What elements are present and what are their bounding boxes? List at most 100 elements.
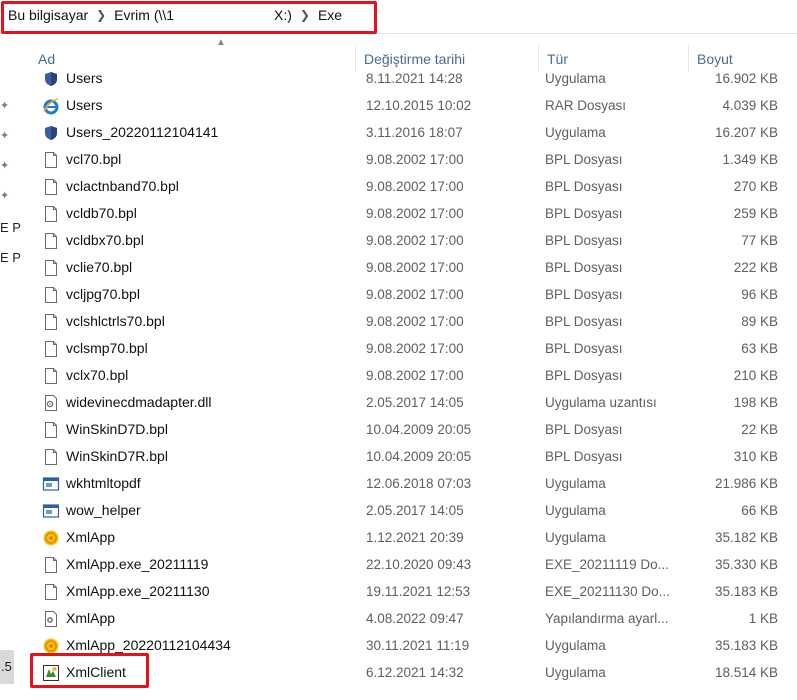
file-type: Yapılandırma ayarl... [545, 611, 669, 626]
file-type: Uygulama [545, 125, 606, 140]
file-row[interactable]: XmlApp.exe_20211119 22.10.2020 09:43 EXE_2… [30, 551, 797, 578]
file-size: 35.183 KB [714, 584, 778, 599]
file-row[interactable]: Users_20220112104141 3.11.2016 18:07 Uygul… [30, 119, 797, 146]
file-icon [42, 421, 60, 439]
file-icon [42, 151, 60, 169]
pin-icon[interactable]: ✦ [0, 130, 12, 142]
file-name: WinSkinD7R.bpl [66, 448, 168, 464]
file-row[interactable]: vcldbx70.bpl 9.08.2002 17:00 BPL Dosyası 77… [30, 227, 797, 254]
file-type: Uygulama uzantısı [545, 395, 657, 410]
file-type: BPL Dosyası [545, 341, 623, 356]
file-row[interactable]: widevinecdmadapter.dll 2.05.2017 14:05 Uyg… [30, 389, 797, 416]
pin-icon[interactable]: ✦ [0, 100, 12, 112]
file-row[interactable]: vclx70.bpl 9.08.2002 17:00 BPL Dosyası 210 … [30, 362, 797, 389]
file-size: 210 KB [733, 368, 778, 383]
file-modified-date: 9.08.2002 17:00 [366, 152, 464, 167]
window-app-icon [42, 475, 60, 493]
file-row[interactable]: WinSkinD7R.bpl 10.04.2009 20:05 BPL Dosyas… [30, 443, 797, 470]
file-icon [42, 232, 60, 250]
file-type: BPL Dosyası [545, 233, 623, 248]
file-row[interactable]: vcl70.bpl 9.08.2002 17:00 BPL Dosyası 1.349… [30, 146, 797, 173]
file-name: vclshlctrls70.bpl [66, 313, 165, 329]
file-type: Uygulama [545, 530, 606, 545]
file-name: XmlClient [66, 664, 126, 680]
file-type: BPL Dosyası [545, 206, 623, 221]
file-row[interactable]: Users 8.11.2021 14:28 Uygulama 16.902 KB [30, 65, 797, 92]
pin-icon[interactable]: ✦ [0, 190, 12, 202]
breadcrumb-this-pc[interactable]: Bu bilgisayar [6, 7, 90, 23]
file-name: XmlApp.exe_20211130 [66, 583, 210, 599]
file-name: vcldbx70.bpl [66, 232, 144, 248]
xml-app-icon [42, 637, 60, 655]
file-row[interactable]: XmlApp 1.12.2021 20:39 Uygulama 35.182 KB [30, 524, 797, 551]
file-row[interactable]: XmlApp 4.08.2022 09:47 Yapılandırma ayarl.… [30, 605, 797, 632]
chevron-right-icon[interactable]: ❯ [90, 8, 112, 22]
file-size: 77 KB [741, 233, 778, 248]
file-row[interactable]: XmlApp_20220112104434 30.11.2021 11:19 Uyg… [30, 632, 797, 659]
file-type: Uygulama [545, 71, 606, 86]
file-name: vcl70.bpl [66, 151, 122, 167]
file-modified-date: 30.11.2021 11:19 [366, 638, 470, 653]
file-row[interactable]: Users 12.10.2015 10:02 RAR Dosyası 4.039 KB [30, 92, 797, 119]
file-modified-date: 9.08.2002 17:00 [366, 287, 464, 302]
breadcrumb-drive-part1[interactable]: Evrim (\\1 [112, 7, 176, 23]
file-row[interactable]: XmlApp.exe_20211130 19.11.2021 12:53 EXE_2… [30, 578, 797, 605]
file-size: 310 KB [733, 449, 778, 464]
file-type: BPL Dosyası [545, 449, 623, 464]
breadcrumb-drive-part2[interactable]: X:) [272, 7, 294, 23]
file-name: vclactnband70.bpl [66, 178, 179, 194]
file-icon [42, 259, 60, 277]
file-size: 4.039 KB [722, 98, 778, 113]
file-type: Uygulama [545, 503, 606, 518]
file-row[interactable]: XmlClient 6.12.2021 14:32 Uygulama 18.514 K… [30, 659, 797, 686]
nav-item-fragment[interactable]: E P [0, 250, 21, 265]
pin-icon[interactable]: ✦ [0, 160, 12, 172]
file-icon [42, 178, 60, 196]
address-bar[interactable]: Bu bilgisayar ❯ Evrim (\\1 X:) ❯ Exe [0, 0, 797, 34]
file-row[interactable]: vclie70.bpl 9.08.2002 17:00 BPL Dosyası 222… [30, 254, 797, 281]
file-modified-date: 9.08.2002 17:00 [366, 179, 464, 194]
file-modified-date: 9.08.2002 17:00 [366, 368, 464, 383]
file-size: 198 KB [733, 395, 778, 410]
xml-client-icon [42, 664, 60, 682]
file-size: 96 KB [741, 287, 778, 302]
file-type: RAR Dosyası [545, 98, 627, 113]
file-name: vcldb70.bpl [66, 205, 137, 221]
file-type: EXE_20211119 Do... [545, 557, 669, 572]
file-icon [42, 448, 60, 466]
file-name: Users [66, 70, 103, 86]
file-type: EXE_20211130 Do... [545, 584, 670, 599]
breadcrumb: Bu bilgisayar ❯ Evrim (\\1 X:) ❯ Exe [6, 7, 344, 23]
file-size: 16.902 KB [714, 71, 778, 86]
file-row[interactable]: wkhtmltopdf 12.06.2018 07:03 Uygulama 21.98… [30, 470, 797, 497]
nav-item-selected-fragment[interactable]: .5 [0, 650, 14, 684]
chevron-right-icon[interactable]: ❯ [294, 8, 316, 22]
file-size: 270 KB [733, 179, 778, 194]
file-name: wow_helper [66, 502, 141, 518]
file-modified-date: 8.11.2021 14:28 [366, 71, 463, 86]
file-size: 35.183 KB [714, 638, 778, 653]
file-modified-date: 10.04.2009 20:05 [366, 422, 472, 437]
file-row[interactable]: vclactnband70.bpl 9.08.2002 17:00 BPL Dosy… [30, 173, 797, 200]
file-row[interactable]: vcljpg70.bpl 9.08.2002 17:00 BPL Dosyası 96… [30, 281, 797, 308]
app-shield-icon [42, 124, 60, 142]
file-row[interactable]: wow_helper 2.05.2017 14:05 Uygulama 66 KB [30, 497, 797, 524]
breadcrumb-exe-folder[interactable]: Exe [316, 7, 344, 23]
file-name: widevinecdmadapter.dll [66, 394, 212, 410]
config-icon [42, 610, 60, 628]
file-row[interactable]: vcldb70.bpl 9.08.2002 17:00 BPL Dosyası 259… [30, 200, 797, 227]
file-modified-date: 12.06.2018 07:03 [366, 476, 472, 491]
file-row[interactable]: vclsmp70.bpl 9.08.2002 17:00 BPL Dosyası 63… [30, 335, 797, 362]
file-type: Uygulama [545, 638, 606, 653]
file-row[interactable]: vclshlctrls70.bpl 9.08.2002 17:00 BPL Dosy… [30, 308, 797, 335]
nav-item-fragment[interactable]: E P [0, 220, 21, 235]
file-modified-date: 1.12.2021 20:39 [366, 530, 464, 545]
file-modified-date: 6.12.2021 14:32 [366, 665, 464, 680]
file-row[interactable]: WinSkinD7D.bpl 10.04.2009 20:05 BPL Dosyas… [30, 416, 797, 443]
file-name: Users [66, 97, 103, 113]
file-type: Uygulama [545, 665, 606, 680]
xml-app-icon [42, 529, 60, 547]
file-size: 22 KB [741, 422, 778, 437]
file-list: Users 8.11.2021 14:28 Uygulama 16.902 KB Use… [30, 65, 797, 700]
file-size: 16.207 KB [714, 125, 778, 140]
